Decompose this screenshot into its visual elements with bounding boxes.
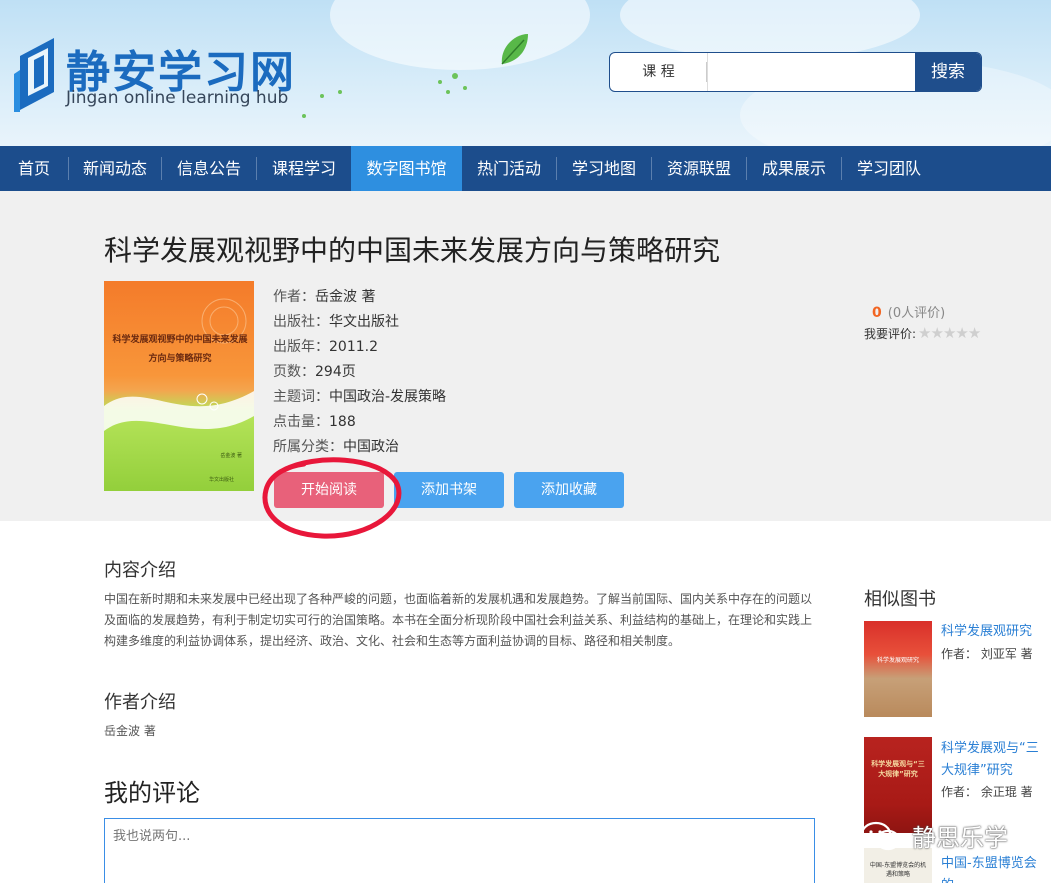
nav-item-events[interactable]: 热门活动 [462,146,556,191]
search-bar: 课 程 搜索 [609,52,982,92]
similar-cover-title: 中国-东盟博览会的机遇和策略 [869,862,927,878]
nav-item-notices[interactable]: 信息公告 [162,146,256,191]
meta-value: 294页 [315,364,356,380]
book-title: 科学发展观视野中的中国未来发展方向与策略研究 [104,234,721,267]
rating-score: 0 [872,305,882,321]
leaf-decoration-icon [501,34,528,65]
meta-value: 岳金波 著 [315,289,376,305]
similar-book-author: 作者： 余正琨 著 [941,785,1033,799]
similar-book-author: 作者： 刘亚军 著 [941,647,1033,661]
site-header: 静安学习网 Jingan online learning hub 课 程 搜索 [0,0,1051,146]
meta-label: 出版年： [273,339,329,355]
star-rating-input[interactable]: ★★★★★ [918,324,981,342]
similar-books-heading: 相似图书 [864,589,936,610]
similar-book-title[interactable]: 科学发展观研究 [941,621,1051,643]
meta-value: 华文出版社 [329,314,399,330]
cover-publisher: 华文出版社 [208,477,234,483]
nav-item-digital-library[interactable]: 数字图书馆 [351,146,462,191]
author-text: 岳金波 著 [104,724,156,738]
search-category-select[interactable]: 课 程 [610,53,708,91]
wechat-watermark-icon [860,821,901,851]
meta-label: 主题词： [273,389,329,405]
hand-drawn-circle-annotation-icon [262,457,402,539]
meta-value: 2011.2 [329,339,378,355]
similar-book-title[interactable]: 中国-东盟博览会的… [941,853,1051,883]
meta-clicks: 点击量：188 [273,411,356,431]
nav-item-teams[interactable]: 学习团队 [842,146,936,191]
meta-label: 点击量： [273,414,329,430]
watermark-text: 静思乐学 [912,824,1008,852]
cover-title-line1: 科学发展观视野中的中国未来发展 [112,335,248,345]
similar-cover-title: 科学发展观与“三大规律”研究 [871,760,925,778]
meta-keywords: 主题词：中国政治-发展策略 [273,386,446,406]
main-nav: 首页 新闻动态 信息公告 课程学习 数字图书馆 热门活动 学习地图 资源联盟 成… [0,146,1051,191]
intro-heading: 内容介绍 [104,560,176,581]
book-cover[interactable]: 科学发展观视野中的中国未来发展 方向与策略研究 岳金波 著 华文出版社 [104,281,254,491]
add-to-shelf-button[interactable]: 添加书架 [394,472,504,508]
nav-item-news[interactable]: 新闻动态 [69,146,161,191]
similar-book-cover[interactable]: 科学发展观研究 [864,621,932,717]
meta-label: 作者： [273,289,315,305]
similar-book-cover[interactable]: 中国-东盟博览会的机遇和策略 [864,848,932,883]
meta-author: 作者：岳金波 著 [273,286,375,306]
similar-book-title[interactable]: 科学发展观与“三大规律”研究 [941,738,1051,782]
nav-item-courses[interactable]: 课程学习 [257,146,351,191]
meta-pages: 页数：294页 [273,361,356,381]
search-input[interactable] [710,53,915,91]
meta-label: 出版社： [273,314,329,330]
rate-row: 我要评价: ★★★★★ [864,324,981,342]
cover-title-line2: 方向与策略研究 [148,354,212,364]
leaf-dots-decoration-icon [302,73,467,118]
intro-text: 中国在新时期和未来发展中已经出现了各种严峻的问题，也面临着新的发展机遇和发展趋势… [104,592,813,648]
cover-author: 岳金波 著 [220,453,242,459]
search-button[interactable]: 搜索 [915,53,981,91]
similar-cover-title: 科学发展观研究 [876,657,919,664]
comment-textarea[interactable] [104,818,815,883]
meta-publisher: 出版社：华文出版社 [273,311,399,331]
cloud-decoration [620,0,920,60]
site-logo-icon[interactable] [14,34,62,112]
comment-heading: 我的评论 [104,779,200,807]
cloud-decoration [330,0,590,70]
nav-item-achievements[interactable]: 成果展示 [747,146,841,191]
add-to-favorites-button[interactable]: 添加收藏 [514,472,624,508]
meta-label: 页数： [273,364,315,380]
rate-label: 我要评价: [864,327,917,341]
cover-art-icon [104,298,254,431]
meta-year: 出版年：2011.2 [273,336,378,356]
meta-value: 中国政治-发展策略 [329,389,447,405]
rating-summary: 0 (0人评价) [872,302,945,321]
author-heading: 作者介绍 [104,692,176,713]
meta-value: 188 [329,414,356,430]
nav-item-resources[interactable]: 资源联盟 [652,146,746,191]
rating-count: (0人评价) [887,306,946,321]
site-logo-subtitle: Jingan online learning hub [66,88,289,108]
nav-item-home[interactable]: 首页 [0,146,68,191]
nav-item-learning-map[interactable]: 学习地图 [557,146,651,191]
